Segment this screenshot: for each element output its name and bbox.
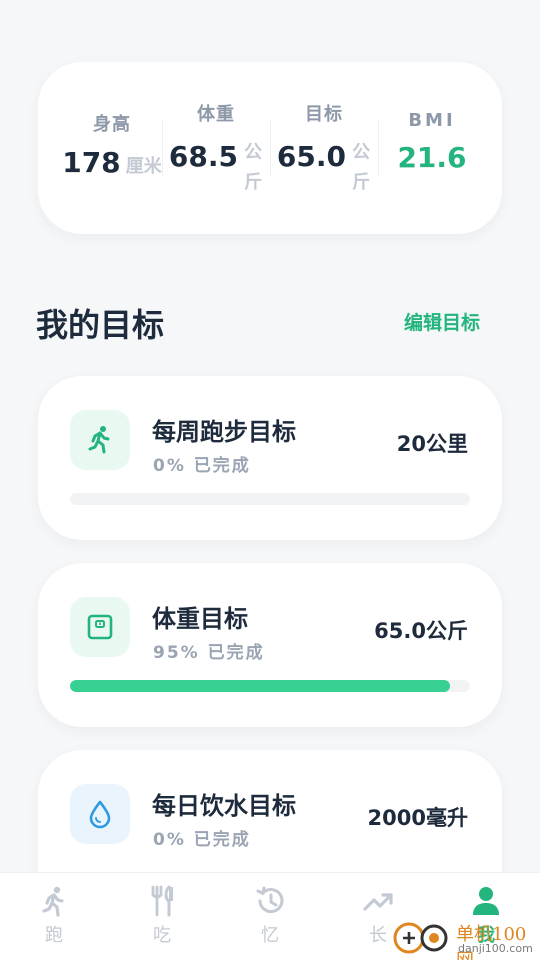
utensils-icon xyxy=(151,885,173,917)
bmi-value: 21.6 xyxy=(397,141,467,174)
target-stat: 目标 65.0 公斤 xyxy=(276,100,372,198)
person-icon xyxy=(473,887,499,915)
watermark: 单机100网 danji100.com xyxy=(392,918,540,960)
goal-progress-text: 0% 已完成 xyxy=(153,456,251,476)
watermark-logo-icon xyxy=(393,922,448,954)
bmi-stat: BMI 21.6 xyxy=(384,110,480,174)
water-drop-icon xyxy=(70,784,130,844)
stat-divider xyxy=(378,120,379,176)
edit-goals-button[interactable]: 编辑目标 xyxy=(404,308,480,335)
body-stats-card: 身高 178 厘米 体重 68.5 公斤 目标 65.0 公斤 BMI 21.6 xyxy=(38,62,502,234)
stat-divider xyxy=(162,120,163,176)
height-stat: 身高 178 厘米 xyxy=(56,110,168,179)
weight-unit: 公斤 xyxy=(244,142,263,193)
running-icon xyxy=(70,410,130,470)
goal-title: 每日饮水目标 xyxy=(152,792,296,820)
nav-item-memory[interactable]: 忆 xyxy=(240,885,300,947)
goal-progress-bar xyxy=(70,680,470,692)
height-value: 178 xyxy=(62,146,121,179)
nav-item-eat[interactable]: 吃 xyxy=(132,885,192,947)
height-label: 身高 xyxy=(93,114,131,135)
run-icon xyxy=(42,886,64,917)
nav-label: 跑 xyxy=(45,925,63,946)
stat-divider xyxy=(270,120,271,176)
scale-icon xyxy=(70,597,130,657)
watermark-subtext: danji100.com xyxy=(458,942,533,955)
goal-target: 65.0公斤 xyxy=(374,619,468,643)
goal-progress-bar xyxy=(70,493,470,505)
goal-title: 每周跑步目标 xyxy=(152,418,296,446)
goal-card-weight[interactable]: 体重目标 95% 已完成 65.0公斤 xyxy=(38,563,502,727)
weight-label: 体重 xyxy=(197,104,235,125)
trending-icon xyxy=(363,893,393,911)
goal-card-running[interactable]: 每周跑步目标 0% 已完成 20公里 xyxy=(38,376,502,540)
weight-stat: 体重 68.5 公斤 xyxy=(168,100,264,198)
goal-title: 体重目标 xyxy=(152,605,248,633)
target-unit: 公斤 xyxy=(352,142,371,193)
goal-target: 2000毫升 xyxy=(367,806,468,830)
nav-label: 忆 xyxy=(261,925,279,946)
target-value: 65.0 xyxy=(276,140,346,173)
target-label: 目标 xyxy=(305,104,343,125)
goal-progress-text: 95% 已完成 xyxy=(153,643,265,663)
goal-progress-text: 0% 已完成 xyxy=(153,830,251,850)
goal-target: 20公里 xyxy=(396,432,468,456)
nav-label: 吃 xyxy=(153,925,171,946)
history-icon xyxy=(256,886,284,914)
height-unit: 厘米 xyxy=(125,156,162,177)
weight-value: 68.5 xyxy=(168,140,238,173)
section-title: 我的目标 xyxy=(36,306,165,344)
bmi-label: BMI xyxy=(408,110,456,131)
goal-progress-fill xyxy=(70,680,450,692)
nav-item-run[interactable]: 跑 xyxy=(24,885,84,947)
